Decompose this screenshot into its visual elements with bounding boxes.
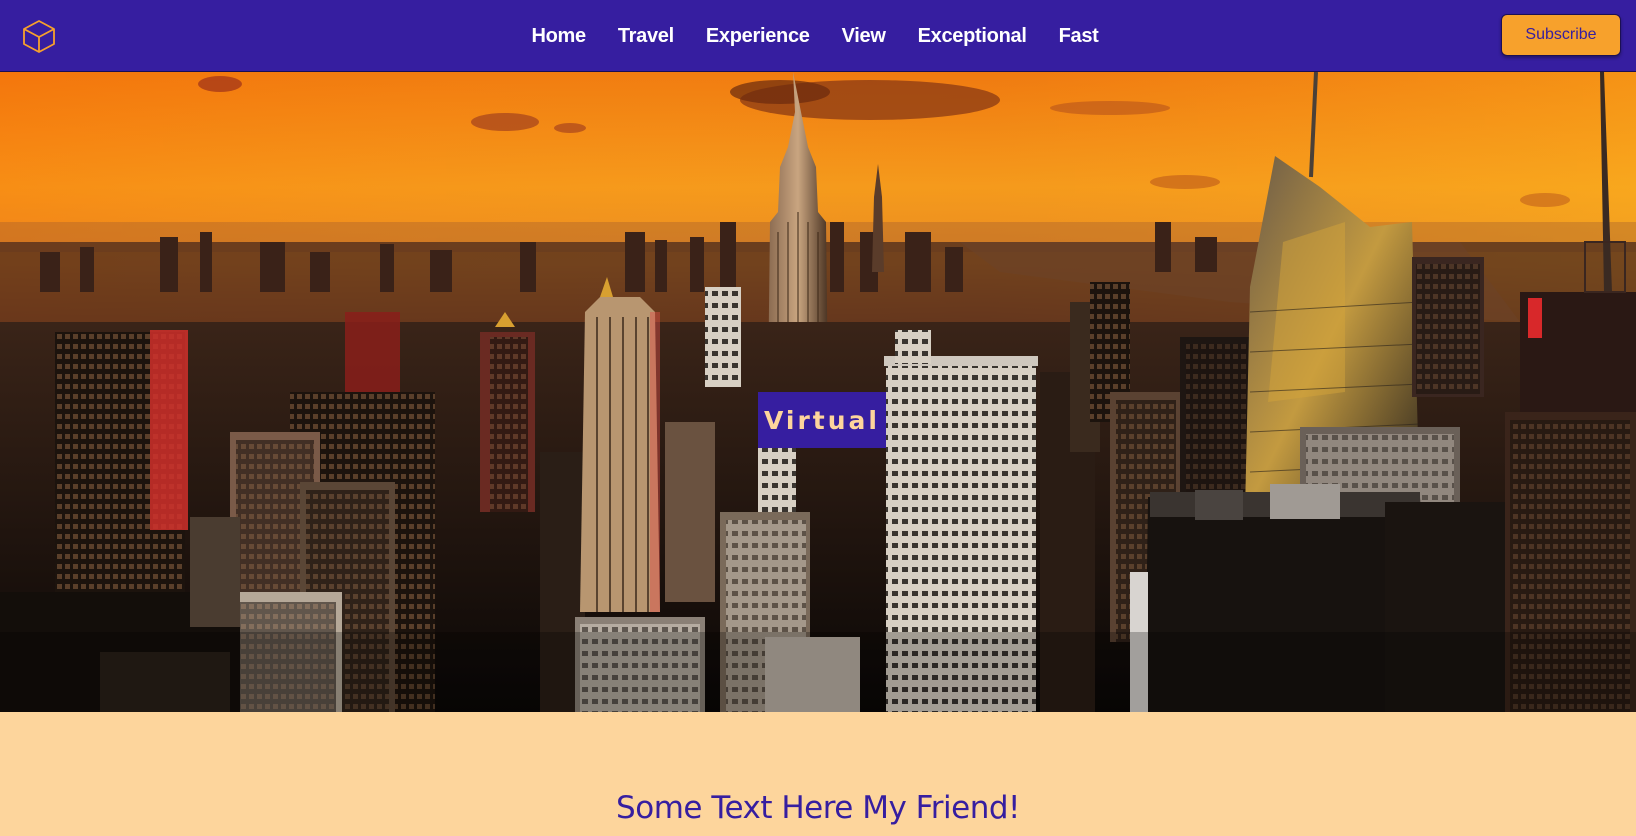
nav-link-fast[interactable]: Fast: [1059, 25, 1099, 48]
section-title: Some Text Here My Friend!: [616, 790, 1020, 826]
content-section: Some Text Here My Friend!: [0, 712, 1636, 836]
nav-link-home[interactable]: Home: [531, 25, 586, 48]
subscribe-button[interactable]: Subscribe: [1501, 14, 1621, 56]
hero-section: Virtual: [0, 72, 1636, 712]
nav-link-view[interactable]: View: [842, 25, 886, 48]
nav-link-travel[interactable]: Travel: [618, 25, 674, 48]
hero-badge: Virtual: [758, 392, 886, 448]
nav-link-experience[interactable]: Experience: [706, 25, 810, 48]
nav-link-exceptional[interactable]: Exceptional: [918, 25, 1027, 48]
main-nav: Home Travel Experience View Exceptional …: [0, 0, 1636, 72]
top-navbar: Home Travel Experience View Exceptional …: [0, 0, 1636, 72]
